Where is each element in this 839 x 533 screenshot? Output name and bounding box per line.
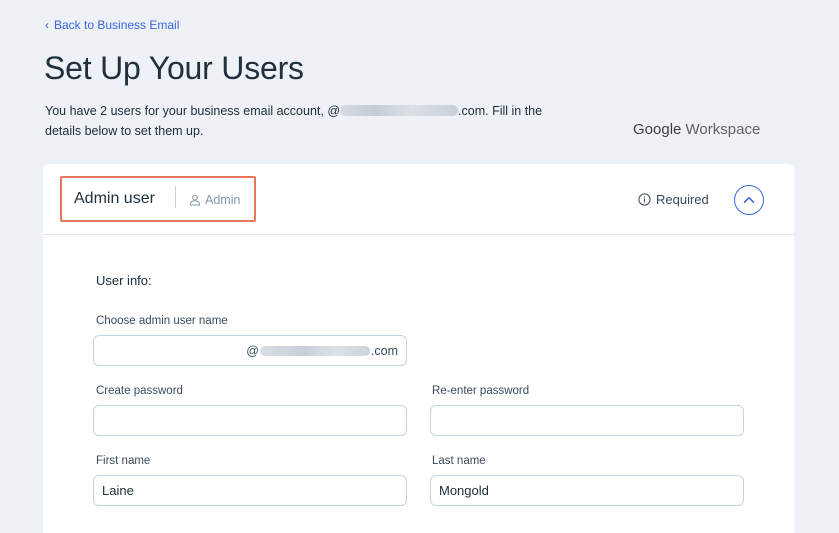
person-icon	[189, 194, 201, 206]
redacted-domain	[340, 105, 459, 116]
required-label: Required	[656, 192, 709, 207]
last-name-input[interactable]: Mongold	[430, 475, 744, 506]
subtitle-text-start: You have 2 users for your business email…	[45, 104, 341, 118]
back-link-label: Back to Business Email	[54, 18, 180, 32]
create-password-input[interactable]	[93, 405, 407, 436]
page-subtitle: You have 2 users for your business email…	[45, 101, 565, 141]
domain-suffix: @ .com	[246, 344, 398, 358]
workspace-logo-text: Workspace	[685, 121, 761, 138]
card-header[interactable]: Admin user Admin Required	[43, 164, 794, 235]
google-logo-text: Google	[633, 121, 682, 138]
domain-at: @	[246, 343, 259, 358]
user-info-heading: User info:	[96, 273, 152, 288]
reenter-password-input[interactable]	[430, 405, 744, 436]
username-label: Choose admin user name	[96, 315, 228, 327]
chevron-left-icon: ‹	[45, 18, 49, 32]
chevron-up-icon	[743, 196, 755, 203]
create-password-label: Create password	[96, 385, 183, 397]
first-name-label: First name	[96, 455, 151, 467]
admin-user-card: Admin user Admin Required User info: Cho…	[43, 164, 794, 533]
first-name-input[interactable]: Laine	[93, 475, 407, 506]
collapse-card-button[interactable]	[734, 185, 764, 215]
info-icon	[638, 193, 651, 206]
back-to-business-email-link[interactable]: ‹ Back to Business Email	[45, 18, 179, 32]
admin-role-tag: Admin	[189, 193, 240, 207]
reenter-password-label: Re-enter password	[432, 385, 530, 397]
last-name-label: Last name	[432, 455, 486, 467]
header-divider	[175, 186, 176, 208]
google-workspace-logo: Google Workspace	[633, 121, 760, 138]
admin-username-input[interactable]: @ .com	[93, 335, 407, 366]
redacted-domain-name	[259, 345, 370, 356]
domain-com: .com	[370, 343, 398, 358]
admin-role-label: Admin	[205, 193, 241, 207]
page-title: Set Up Your Users	[44, 50, 304, 86]
card-title: Admin user	[74, 190, 155, 207]
required-indicator: Required	[638, 192, 709, 207]
